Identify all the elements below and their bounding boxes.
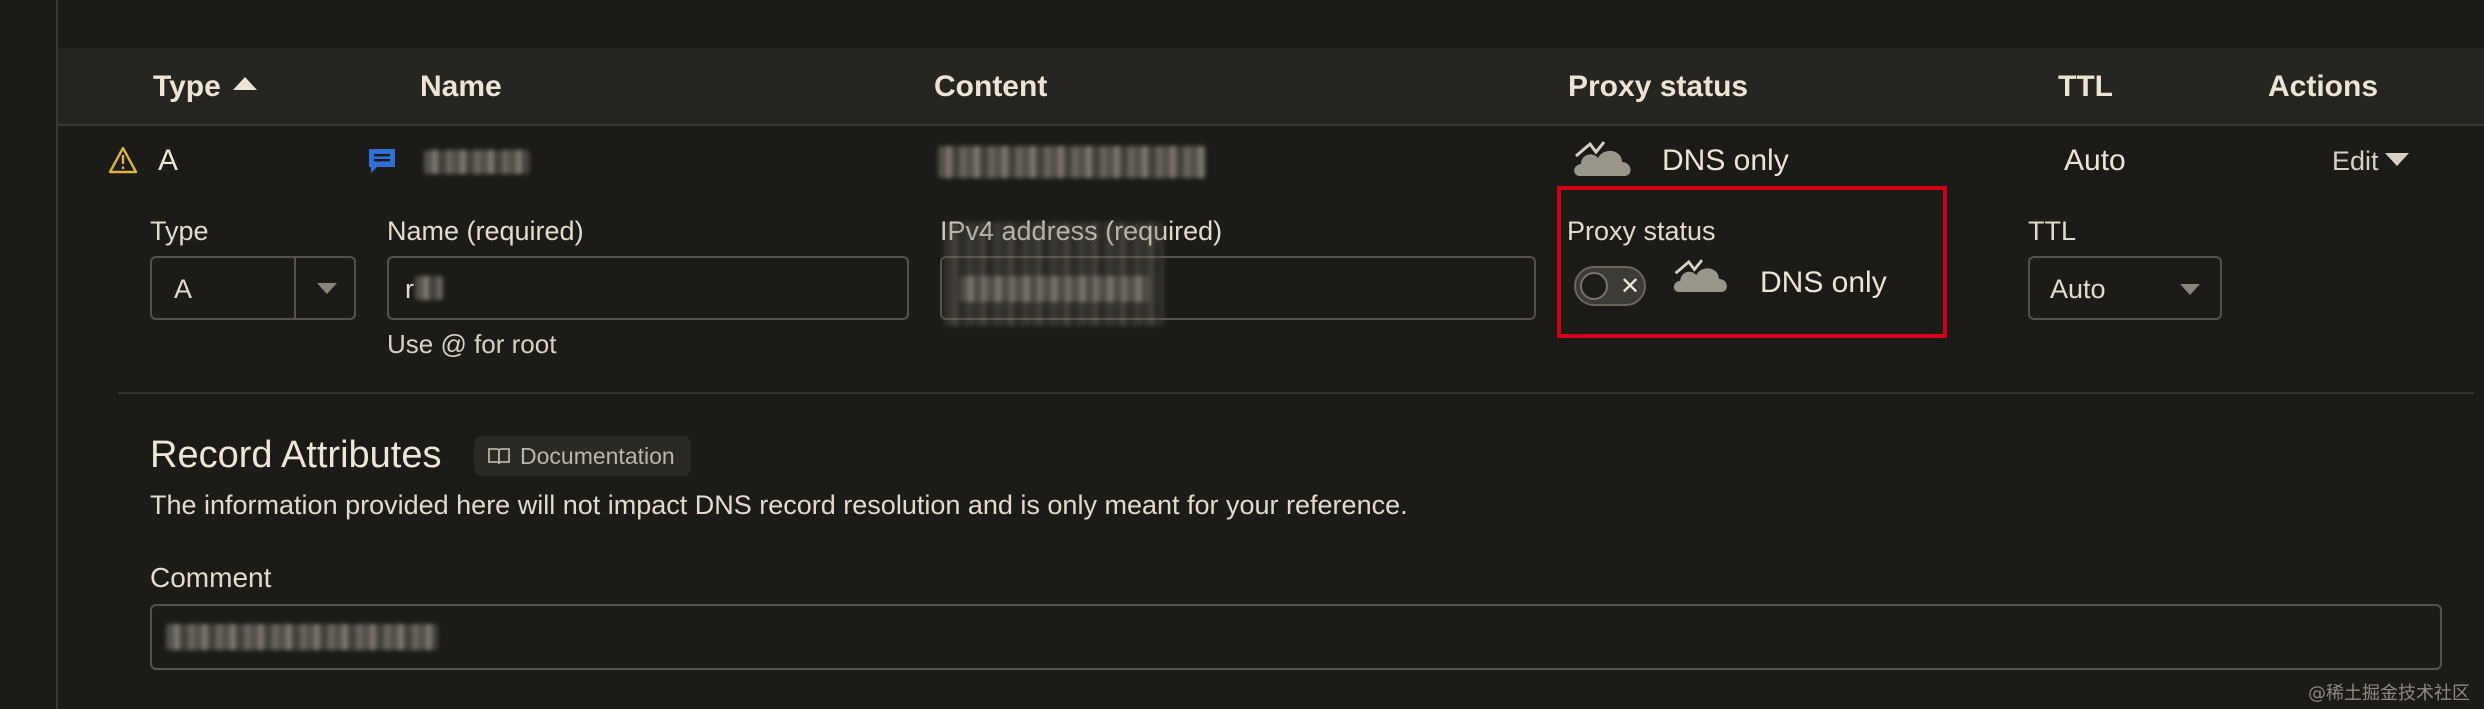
record-name-redacted xyxy=(424,150,530,174)
edit-button[interactable]: Edit xyxy=(2332,146,2409,177)
proxy-status-value: DNS only xyxy=(1760,266,1887,299)
proxy-status-highlight xyxy=(1557,186,1947,338)
column-header-content[interactable]: Content xyxy=(934,70,1047,104)
cloud-dns-only-icon xyxy=(1574,141,1631,176)
record-ttl: Auto xyxy=(2064,144,2126,177)
type-select-value: A xyxy=(174,274,193,304)
toggle-knob xyxy=(1580,272,1608,300)
ttl-field-label: TTL xyxy=(2028,216,2077,246)
chevron-down-icon xyxy=(317,283,337,294)
proxy-status-field-label: Proxy status xyxy=(1567,216,1716,246)
top-band xyxy=(58,0,2484,48)
record-attributes-description: The information provided here will not i… xyxy=(150,490,1408,520)
close-icon: ✕ xyxy=(1620,273,1641,300)
documentation-link[interactable]: Documentation xyxy=(474,436,691,476)
name-helper-text: Use @ for root xyxy=(387,329,557,359)
watermark: @稀土掘金技术社区 xyxy=(2308,683,2470,704)
type-field-label: Type xyxy=(150,216,209,246)
record-attributes-title: Record Attributes xyxy=(150,434,442,476)
select-divider xyxy=(294,258,296,318)
documentation-link-label: Documentation xyxy=(520,442,675,469)
comment-icon[interactable] xyxy=(366,146,398,176)
comment-input-redacted xyxy=(166,624,438,650)
caret-up-icon xyxy=(232,77,257,90)
dns-records-page: Type Name Content Proxy status TTL Actio… xyxy=(0,0,2484,709)
record-type: A xyxy=(158,144,179,177)
type-select[interactable]: A xyxy=(150,256,356,320)
table-header: Type Name Content Proxy status TTL Actio… xyxy=(58,48,2484,126)
cloud-dns-only-icon xyxy=(1673,259,1727,293)
name-input-redacted xyxy=(415,276,443,300)
comment-input[interactable] xyxy=(150,604,2442,670)
column-header-type[interactable]: Type xyxy=(153,70,257,104)
chevron-down-icon xyxy=(2384,153,2409,166)
record-proxy-status: DNS only xyxy=(1662,144,1789,177)
record-content-redacted xyxy=(938,146,1206,178)
chevron-down-icon xyxy=(2180,284,2200,295)
column-header-ttl[interactable]: TTL xyxy=(2058,70,2113,104)
comment-field-label: Comment xyxy=(150,562,272,593)
left-gutter xyxy=(0,0,58,709)
book-icon xyxy=(488,448,510,465)
ttl-select-value: Auto xyxy=(2050,274,2106,304)
warning-triangle-icon xyxy=(108,146,138,174)
proxy-status-toggle[interactable]: ✕ xyxy=(1574,266,1646,306)
column-header-proxy-status[interactable]: Proxy status xyxy=(1568,70,1748,104)
ttl-select[interactable]: Auto xyxy=(2028,256,2222,320)
name-input[interactable]: r xyxy=(387,256,909,320)
ipv4-redaction-overlay xyxy=(944,222,1164,326)
name-field-label: Name (required) xyxy=(387,216,584,246)
column-header-type-label: Type xyxy=(153,70,221,103)
column-header-name[interactable]: Name xyxy=(420,70,502,104)
edit-button-label: Edit xyxy=(2332,146,2379,176)
name-input-value: r xyxy=(405,274,414,304)
column-header-actions: Actions xyxy=(2268,70,2379,103)
section-divider xyxy=(118,392,2474,394)
table-row[interactable]: A DNS only Auto Edit xyxy=(58,126,2484,198)
